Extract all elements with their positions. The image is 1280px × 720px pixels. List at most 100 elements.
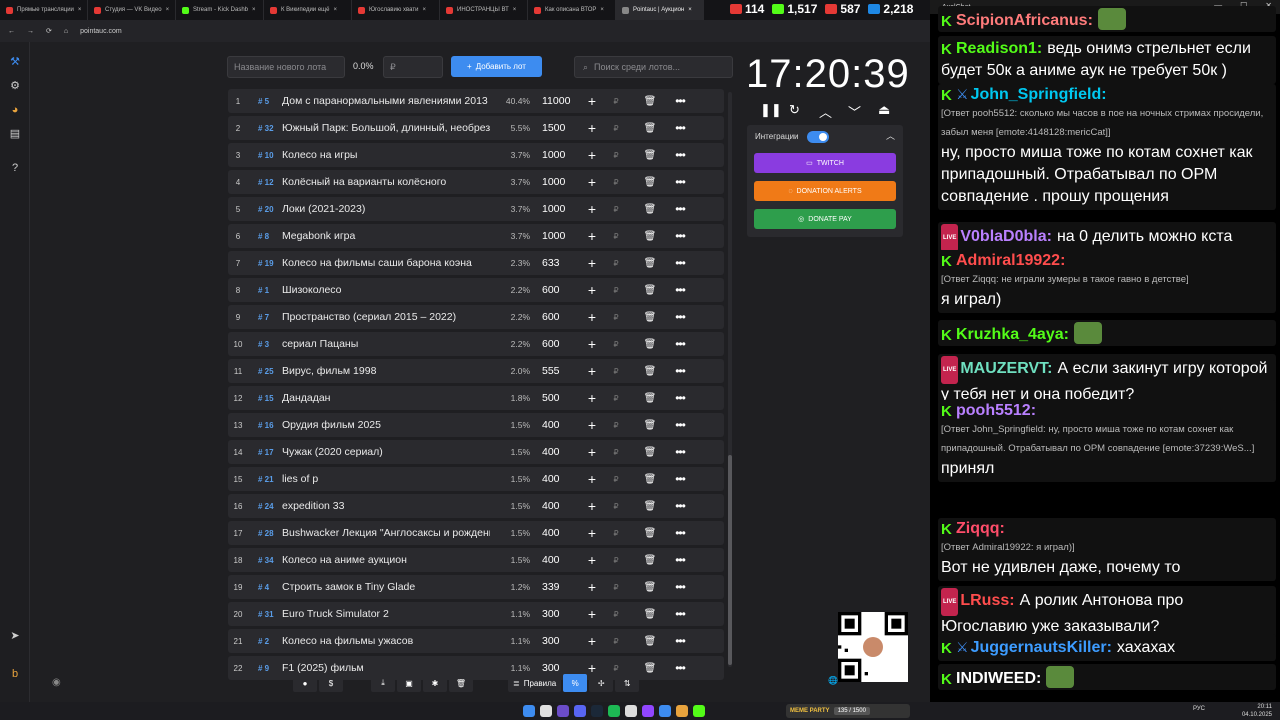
lot-name[interactable]: F1 (2025) фильм xyxy=(282,662,490,674)
lot-name[interactable]: Колесо на аниме аукцион xyxy=(282,554,490,566)
amount-input[interactable]: ₽ xyxy=(383,56,443,78)
chat-username[interactable]: pooh5512: xyxy=(956,402,1036,419)
more-icon[interactable]: ••• xyxy=(670,310,690,324)
ruble-input-icon[interactable]: ₽ xyxy=(602,556,630,565)
lot-amount[interactable]: 300 xyxy=(530,662,582,674)
more-icon[interactable]: ••• xyxy=(670,94,690,108)
lot-row[interactable]: 20 # 31 Euro Truck Simulator 2 1.1% 300 + ₽ 🗑 ••… xyxy=(228,602,724,626)
lot-row[interactable]: 16 # 24 expedition 33 1.5% 400 + ₽ 🗑 ••• xyxy=(228,494,724,518)
delete-icon[interactable]: 🗑 xyxy=(630,528,670,539)
input-language[interactable]: РУС xyxy=(1193,706,1205,712)
donation-alerts-button[interactable]: ◌ DONATION ALERTS xyxy=(754,181,896,201)
lot-name[interactable]: Чужак (2020 сериал) xyxy=(282,446,490,458)
more-icon[interactable]: ••• xyxy=(670,634,690,648)
lot-amount[interactable]: 400 xyxy=(530,419,582,431)
delete-icon[interactable]: 🗑 xyxy=(630,150,670,161)
ruble-input-icon[interactable]: ₽ xyxy=(602,664,630,673)
more-icon[interactable]: ••• xyxy=(670,661,690,675)
ruble-input-icon[interactable]: ₽ xyxy=(602,610,630,619)
lot-amount[interactable]: 600 xyxy=(530,311,582,323)
rules-button[interactable]: ≣ Правила xyxy=(508,674,562,692)
lot-amount[interactable]: 555 xyxy=(530,365,582,377)
tab-close-icon[interactable]: × xyxy=(78,7,82,13)
add-amount-icon[interactable]: + xyxy=(582,93,602,109)
tab-close-icon[interactable]: × xyxy=(688,7,692,13)
add-amount-icon[interactable]: + xyxy=(582,390,602,406)
delete-icon[interactable]: 🗑 xyxy=(630,501,670,512)
lot-name[interactable]: Южный Парк: Большой, длинный, необрезанн… xyxy=(282,122,490,134)
add-amount-icon[interactable]: + xyxy=(582,579,602,595)
wheel-icon[interactable]: ◕ xyxy=(9,104,21,116)
lot-row[interactable]: 1 # 5 Дом с паранормальными явлениями 2013… xyxy=(228,89,724,113)
delete-icon[interactable]: 🗑 xyxy=(630,231,670,242)
ruble-input-icon[interactable]: ₽ xyxy=(602,313,630,322)
more-icon[interactable]: ••• xyxy=(670,283,690,297)
browser-tab[interactable]: Pointauc | Аукцион × xyxy=(616,0,704,20)
tab-close-icon[interactable]: × xyxy=(422,7,426,13)
ruble-input-icon[interactable]: ₽ xyxy=(602,259,630,268)
ruble-input-icon[interactable]: ₽ xyxy=(602,151,630,160)
chat-username[interactable]: Readison1: xyxy=(956,40,1042,57)
more-icon[interactable]: ••• xyxy=(670,526,690,540)
add-amount-icon[interactable]: + xyxy=(582,120,602,136)
lot-row[interactable]: 13 # 16 Орудия фильм 2025 1.5% 400 + ₽ 🗑 ••• xyxy=(228,413,724,437)
chat-username[interactable]: INDIWEED: xyxy=(956,670,1041,687)
taskbar-app-icon[interactable] xyxy=(659,705,671,717)
taskbar-app-icon[interactable] xyxy=(523,705,535,717)
add-amount-icon[interactable]: + xyxy=(582,633,602,649)
boosty-icon[interactable]: b xyxy=(9,668,21,680)
delete-icon[interactable]: 🗑 xyxy=(630,474,670,485)
more-icon[interactable]: ••• xyxy=(670,229,690,243)
add-amount-icon[interactable]: + xyxy=(582,363,602,379)
chat-username[interactable]: Kruzhka_4aya: xyxy=(956,326,1069,343)
chevron-up-icon[interactable]: ︿ xyxy=(819,102,832,121)
search-input[interactable]: ⌕ Поиск среди лотов... xyxy=(574,56,733,78)
lot-amount[interactable]: 400 xyxy=(530,554,582,566)
ruble-input-icon[interactable]: ₽ xyxy=(602,286,630,295)
integrations-toggle[interactable] xyxy=(807,131,829,143)
delete-icon[interactable]: 🗑 xyxy=(630,177,670,188)
more-icon[interactable]: ••• xyxy=(670,607,690,621)
lot-name[interactable]: Дом с паранормальными явлениями 2013 xyxy=(282,95,490,107)
browser-tab[interactable]: К Википедии ещё × xyxy=(264,0,352,20)
lot-amount[interactable]: 1000 xyxy=(530,176,582,188)
pause-icon[interactable]: ❚❚ xyxy=(760,102,782,118)
donate-icon[interactable]: $ xyxy=(319,674,343,692)
lot-amount[interactable]: 633 xyxy=(530,257,582,269)
tab-close-icon[interactable]: × xyxy=(600,7,604,13)
browser-tab[interactable]: Как описана ВТОР × xyxy=(528,0,616,20)
lot-amount[interactable]: 500 xyxy=(530,392,582,404)
lot-amount[interactable]: 400 xyxy=(530,446,582,458)
chat-username[interactable]: MAUZERVT: xyxy=(960,360,1052,377)
chat-username[interactable]: Admiral19922: xyxy=(956,252,1065,269)
ruble-input-icon[interactable]: ₽ xyxy=(602,205,630,214)
url-field[interactable]: pointauc.com xyxy=(80,28,122,35)
ruble-input-icon[interactable]: ₽ xyxy=(602,502,630,511)
lot-amount[interactable]: 339 xyxy=(530,581,582,593)
delete-icon[interactable]: 🗑 xyxy=(630,258,670,269)
auction-icon[interactable]: ⚒ xyxy=(9,56,21,68)
tab-close-icon[interactable]: × xyxy=(166,7,170,13)
donate-pay-button[interactable]: ◎ DONATE PAY xyxy=(754,209,896,229)
lot-row[interactable]: 8 # 1 Шизоколесо 2.2% 600 + ₽ 🗑 ••• xyxy=(228,278,724,302)
lot-row[interactable]: 15 # 21 lies of p 1.5% 400 + ₽ 🗑 ••• xyxy=(228,467,724,491)
taskbar-app-icon[interactable] xyxy=(676,705,688,717)
ruble-input-icon[interactable]: ₽ xyxy=(602,97,630,106)
more-icon[interactable]: ••• xyxy=(670,553,690,567)
chat-username[interactable]: LRuss: xyxy=(960,592,1014,609)
lot-name[interactable]: Euro Truck Simulator 2 xyxy=(282,608,490,620)
ruble-input-icon[interactable]: ₽ xyxy=(602,340,630,349)
tab-close-icon[interactable]: × xyxy=(333,7,337,13)
lot-amount[interactable]: 300 xyxy=(530,608,582,620)
lot-name[interactable]: expedition 33 xyxy=(282,500,490,512)
lot-row[interactable]: 6 # 8 Megabonk игра 3.7% 1000 + ₽ 🗑 ••• xyxy=(228,224,724,248)
add-amount-icon[interactable]: + xyxy=(582,228,602,244)
delete-icon[interactable]: 🗑 xyxy=(630,555,670,566)
lot-row[interactable]: 4 # 12 Колёсный на варианты колёсного 3.7% 1… xyxy=(228,170,724,194)
lot-name[interactable]: Колесо на игры xyxy=(282,149,490,161)
reset-icon[interactable]: ↻ xyxy=(789,102,800,118)
ruble-input-icon[interactable]: ₽ xyxy=(602,583,630,592)
ruble-input-icon[interactable]: ₽ xyxy=(602,232,630,241)
browser-tab[interactable]: Югославию хвати × xyxy=(352,0,440,20)
ruble-input-icon[interactable]: ₽ xyxy=(602,421,630,430)
